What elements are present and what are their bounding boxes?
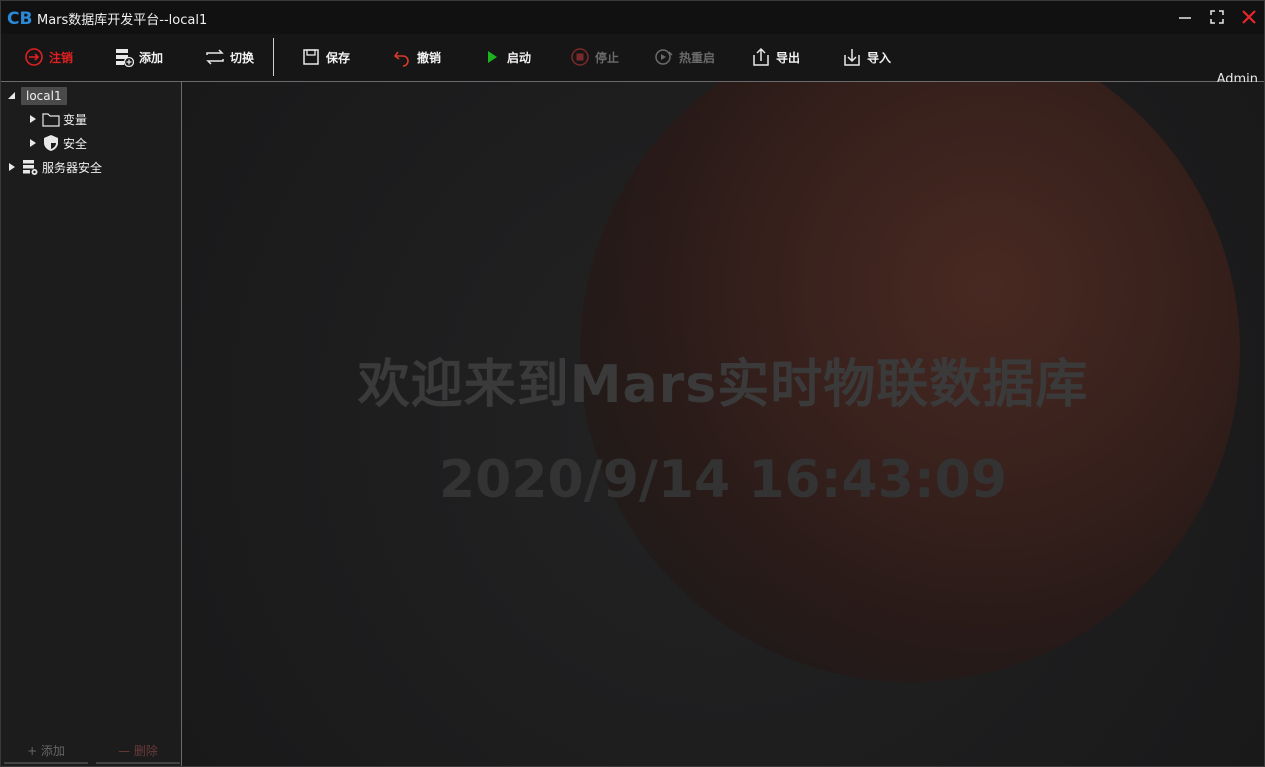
add-button[interactable]: 添加: [113, 46, 163, 68]
add-label: 添加: [139, 50, 164, 65]
welcome-text: 欢迎来到Mars实时物联数据库: [357, 355, 1089, 415]
collapsed-triangle-icon[interactable]: [28, 114, 38, 124]
collapsed-triangle-icon[interactable]: [28, 138, 38, 148]
hot-restart-button[interactable]: 热重启: [653, 46, 715, 68]
switch-label: 切换: [230, 50, 255, 65]
tree-node-variables[interactable]: 变量: [28, 108, 87, 130]
export-label: 导出: [776, 50, 801, 65]
minimize-button[interactable]: [1175, 7, 1195, 27]
export-button[interactable]: 导出: [750, 46, 800, 68]
expanded-triangle-icon[interactable]: [7, 91, 17, 101]
close-icon: [1242, 10, 1256, 24]
current-datetime: 2020/9/14 16:43:09: [438, 450, 1008, 510]
shield-icon: [42, 134, 60, 152]
svg-text:CB.: CB.: [7, 9, 33, 29]
logout-button[interactable]: 注销: [23, 46, 73, 68]
save-label: 保存: [326, 50, 351, 65]
collapsed-triangle-icon[interactable]: [7, 162, 17, 172]
minimize-icon: [1179, 17, 1191, 19]
close-button[interactable]: [1239, 7, 1259, 27]
logout-label: 注销: [49, 50, 74, 65]
server-lock-icon: [21, 158, 39, 176]
folder-icon: [42, 110, 60, 128]
play-icon: [481, 46, 503, 68]
tree-delete-label: — 删除: [118, 743, 158, 758]
tree-root-label: local1: [21, 87, 67, 105]
tree-node-security[interactable]: 安全: [28, 132, 87, 154]
tree-bottom-actions: + 添加 — 删除: [1, 736, 181, 766]
toolbar: 注销 添加 切换 保存 撤销 启动 停止 热重启 导出 导入 Admin: [1, 34, 1264, 87]
tree-add-label: + 添加: [27, 743, 65, 758]
tree-server-security-label: 服务器安全: [42, 160, 103, 175]
undo-icon: [391, 46, 413, 68]
undo-button[interactable]: 撤销: [391, 46, 441, 68]
fullscreen-icon: [1210, 10, 1224, 24]
switch-icon: [204, 46, 226, 68]
save-icon: [300, 46, 322, 68]
switch-button[interactable]: 切换: [204, 46, 254, 68]
tree-add-button[interactable]: + 添加: [4, 738, 88, 764]
import-button[interactable]: 导入: [841, 46, 891, 68]
import-icon: [841, 46, 863, 68]
tree-node-root[interactable]: local1: [7, 85, 67, 107]
maximize-button[interactable]: [1207, 7, 1227, 27]
start-label: 启动: [507, 50, 532, 65]
stop-icon: [569, 46, 591, 68]
start-button[interactable]: 启动: [481, 46, 531, 68]
stop-label: 停止: [595, 50, 620, 65]
window-title: Mars数据库开发平台--local1: [37, 13, 208, 28]
stop-button[interactable]: 停止: [569, 46, 619, 68]
logout-icon: [23, 46, 45, 68]
tree-variables-label: 变量: [63, 112, 88, 127]
hot-restart-icon: [653, 46, 675, 68]
app-window: CB. Mars数据库开发平台--local1 注销: [0, 0, 1265, 767]
tree-security-label: 安全: [63, 136, 88, 151]
save-button[interactable]: 保存: [300, 46, 350, 68]
title-bar: CB. Mars数据库开发平台--local1: [1, 1, 1264, 34]
tree-node-server-security[interactable]: 服务器安全: [7, 156, 102, 178]
import-label: 导入: [867, 50, 892, 65]
toolbar-separator: [273, 38, 274, 76]
undo-label: 撤销: [417, 50, 442, 65]
export-icon: [750, 46, 772, 68]
tree-delete-button[interactable]: — 删除: [96, 738, 180, 764]
welcome-area: 欢迎来到Mars实时物联数据库 2020/9/14 16:43:09: [182, 82, 1264, 766]
hot-restart-label: 热重启: [679, 50, 716, 65]
app-logo-icon: CB.: [7, 9, 33, 29]
left-tree-panel: local1 变量 安全 服务器安全 + 添加 — 删除: [1, 82, 182, 766]
add-server-icon: [113, 46, 135, 68]
